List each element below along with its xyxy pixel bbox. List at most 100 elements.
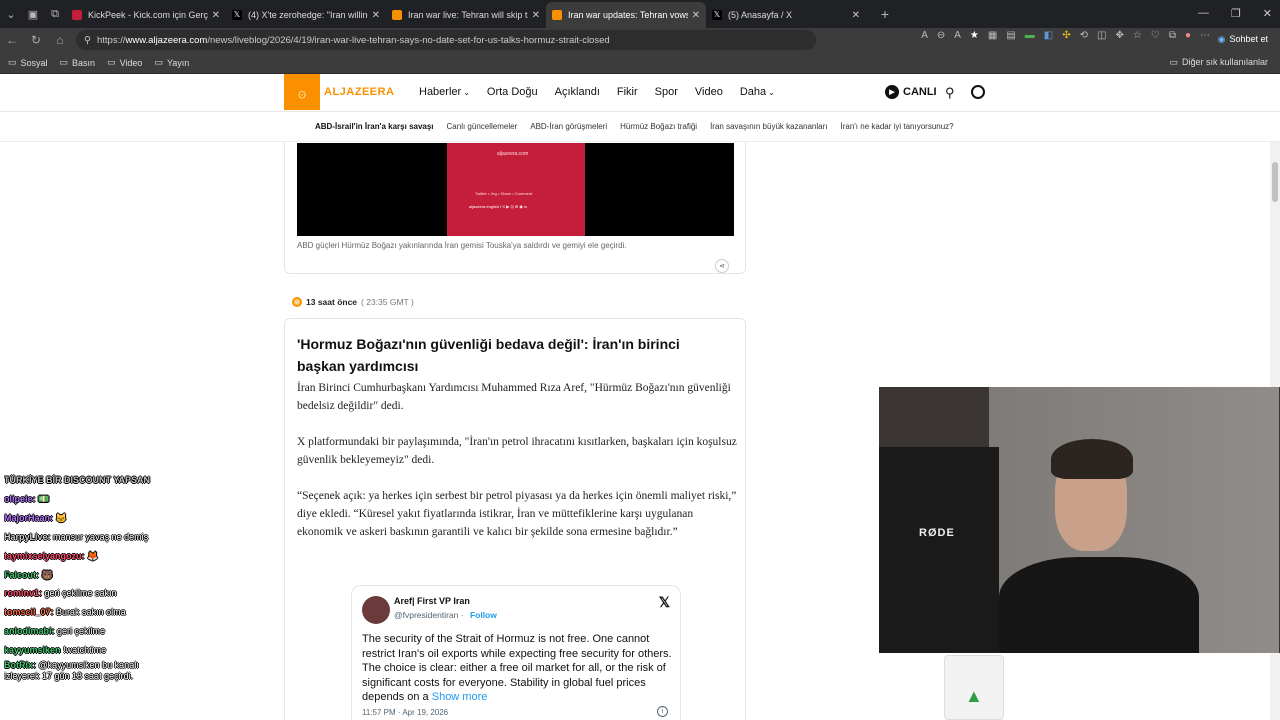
chat-message: BotRix: @kayyumsiken bu kanalı izleyerek…: [4, 660, 174, 682]
tab-bar: ⌄ ▣ ⧉ KickPeek - Kick.com için Gerçek Za…: [0, 0, 1280, 28]
chat-message: MajorHaan: 🐱: [4, 509, 174, 528]
live-button[interactable]: ▶ CANLI: [885, 85, 937, 99]
menu-item-orta-dogu[interactable]: Orta Doğu: [487, 86, 538, 98]
collections-icon[interactable]: ⧉: [1169, 30, 1176, 41]
extension-icon[interactable]: ⟲: [1080, 30, 1088, 41]
time-ago: 13 saat önce: [306, 297, 358, 307]
topic-link[interactable]: ABD-İsrail'in İran'a karşı savaşı: [315, 122, 434, 131]
tab-close-icon[interactable]: ✕: [212, 10, 220, 21]
menu-item-aciklandi[interactable]: Açıklandı: [555, 86, 600, 98]
live-label: CANLI: [903, 86, 937, 98]
home-icon[interactable]: ⌂: [48, 33, 72, 47]
extension-icon[interactable]: ▦: [988, 30, 997, 41]
chat-message: kayyumsiken !watchtime: [4, 641, 174, 660]
live-dot-icon: [292, 297, 302, 307]
performance-icon[interactable]: ♡: [1151, 30, 1160, 41]
share-icon[interactable]: ⋖: [715, 259, 729, 273]
liveblog-post: 'Hormuz Boğazı'nın güvenliği bedava deği…: [284, 318, 746, 720]
chat-username: rominv1:: [4, 588, 43, 599]
menu-item-spor[interactable]: Spor: [655, 86, 678, 98]
x-logo-icon[interactable]: 𝕏: [659, 594, 670, 611]
tab-close-icon[interactable]: ✕: [532, 10, 540, 21]
chat-message: TÜRKİYE BİR DISCOUNT YAPSAN: [4, 471, 174, 490]
tab-list-chevron-icon[interactable]: ⌄: [0, 3, 22, 25]
split-screen-icon[interactable]: ◫: [1097, 30, 1106, 41]
more-options-icon[interactable]: ⋯: [1200, 30, 1210, 41]
webcam-person-body: [999, 557, 1199, 653]
workspaces-icon[interactable]: ▣: [22, 3, 44, 25]
read-aloud-icon[interactable]: A: [954, 30, 961, 41]
browser-tab[interactable]: Iran war updates: Tehran vows res ✕: [546, 2, 706, 28]
embedded-tweet[interactable]: Aref| First VP Iran @fvpresidentiran · F…: [351, 585, 681, 720]
other-bookmarks[interactable]: ▭ Diğer sık kullanılanlar: [1169, 57, 1268, 68]
show-more-link[interactable]: Show more: [432, 691, 488, 703]
tweet-handle[interactable]: @fvpresidentiran: [394, 610, 458, 620]
copilot-chat-button[interactable]: ◉ Sohbet et: [1212, 30, 1274, 48]
aljazeera-logo[interactable]: ۞ ALJAZEERA: [284, 74, 395, 110]
scroll-thumb[interactable]: [1272, 162, 1278, 202]
topic-link[interactable]: Canlı güncellemeler: [447, 122, 518, 131]
video-social-text: aljazeera.english f X ▶ ◎ ✉ ◉ in: [469, 204, 528, 209]
translate-icon[interactable]: A: [921, 30, 928, 41]
topic-link[interactable]: ABD-İran görüşmeleri: [530, 122, 607, 131]
menu-item-fikir[interactable]: Fikir: [617, 86, 638, 98]
chat-message: HarpyLive: mansur yavaş ne demiş: [4, 528, 174, 547]
browser-tab[interactable]: 𝕏 (5) Anasayfa / X ✕: [706, 2, 866, 28]
search-icon[interactable]: ⚲: [945, 85, 955, 101]
folder-icon: ▭: [107, 57, 116, 67]
site-info-icon[interactable]: ⚲: [84, 35, 91, 46]
menu-item-video[interactable]: Video: [695, 86, 723, 98]
browser-tab[interactable]: Iran war live: Tehran will skip talks ✕: [386, 2, 546, 28]
tab-close-icon[interactable]: ✕: [372, 10, 380, 21]
user-account-icon[interactable]: [971, 85, 985, 99]
close-window-icon[interactable]: ✕: [1263, 7, 1272, 20]
bookmark-label: Basın: [72, 57, 96, 68]
chat-message: rominv1: geri çekilme sakın: [4, 584, 174, 603]
topic-link[interactable]: İran savaşının büyük kazananları: [710, 122, 827, 131]
restore-icon[interactable]: ❐: [1231, 7, 1241, 20]
reload-icon[interactable]: ↻: [24, 33, 48, 47]
tree-icon: ▲: [965, 686, 983, 706]
url-field[interactable]: ⚲ https://www.aljazeera.com/news/liveblo…: [76, 30, 816, 50]
extension-icon[interactable]: ▤: [1006, 30, 1015, 41]
bookmark-folder[interactable]: ▭ Video: [107, 57, 142, 68]
info-icon[interactable]: i: [657, 706, 668, 717]
favorite-star-icon[interactable]: ★: [970, 30, 979, 41]
topic-link[interactable]: Hürmüz Boğazı trafiği: [620, 122, 697, 131]
topic-link[interactable]: İran'ı ne kadar iyi tanıyorsunuz?: [840, 122, 953, 131]
browser-tab[interactable]: KickPeek - Kick.com için Gerçek Za ✕: [66, 2, 226, 28]
zoom-icon[interactable]: ⊖: [937, 30, 945, 41]
back-icon[interactable]: ←: [0, 33, 24, 47]
tweet-author-name[interactable]: Aref| First VP Iran: [394, 596, 470, 606]
bookmark-folder[interactable]: ▭ Sosyal: [8, 57, 48, 68]
webcam-person-hair: [1051, 439, 1133, 479]
chat-text: Burak sakın olma: [56, 607, 126, 618]
tweet-author-handle: @fvpresidentiran · Follow: [394, 610, 497, 620]
follow-button[interactable]: Follow: [470, 610, 497, 620]
tweet-time[interactable]: 11:57 PM · Apr 19, 2026: [362, 708, 448, 717]
favorites-icon[interactable]: ☆: [1133, 30, 1142, 41]
menu-item-haberler[interactable]: Haberler ⌄: [419, 86, 470, 98]
tab-actions-icon[interactable]: ⧉: [44, 3, 66, 25]
extension-toolbar: A ⊖ A ★ ▦ ▤ ▬ ◧ ✣ ⟲ ◫ ✥ ☆ ♡ ⧉ ● ⋯: [921, 30, 1210, 41]
new-tab-button[interactable]: +: [874, 3, 896, 25]
profile-avatar[interactable]: ●: [1185, 30, 1191, 41]
chat-message: tomscil_07: Burak sakın olma: [4, 603, 174, 622]
extensions-puzzle-icon[interactable]: ✥: [1115, 30, 1123, 41]
url-prefix: https://: [96, 34, 126, 46]
extension-icon[interactable]: ◧: [1044, 30, 1053, 41]
chevron-down-icon: ⌄: [768, 88, 775, 97]
menu-item-daha[interactable]: Daha ⌄: [740, 86, 775, 98]
tab-close-icon[interactable]: ✕: [852, 10, 860, 21]
bookmark-folder[interactable]: ▭ Yayın: [154, 57, 189, 68]
browser-tab[interactable]: 𝕏 (4) X'te zerohedge: "Iran willing to ✕: [226, 2, 386, 28]
minimize-icon[interactable]: —: [1198, 7, 1209, 19]
extension-icon[interactable]: ✣: [1062, 30, 1070, 41]
bookmark-folder[interactable]: ▭ Basın: [60, 57, 96, 68]
tab-close-icon[interactable]: ✕: [692, 10, 700, 21]
avatar[interactable]: [362, 596, 390, 624]
extension-icon[interactable]: ▬: [1025, 30, 1035, 41]
video-player[interactable]: aljazeera.com Twitter • Jeg • Share • Co…: [297, 143, 734, 236]
chat-text: geri çekilme: [57, 626, 106, 637]
site-header: ۞ ALJAZEERA Haberler ⌄ Orta Doğu Açıkland…: [0, 74, 1280, 112]
